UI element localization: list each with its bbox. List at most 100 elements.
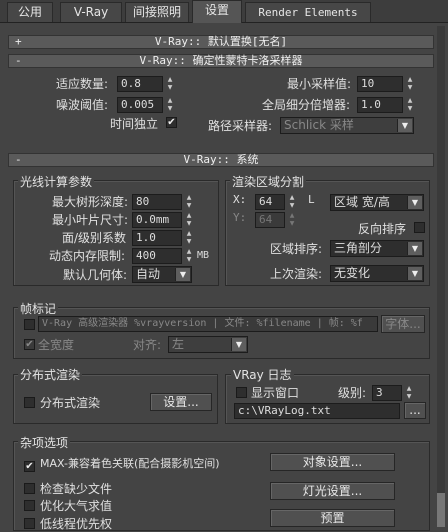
tab-common[interactable]: 公用 (7, 2, 53, 22)
global-subdivs-spinner[interactable]: ▲ ▼ (405, 97, 415, 113)
frame-stamp-title: 帧标记 (18, 300, 59, 317)
rollout-system[interactable]: - V-Ray:: 系统 (8, 153, 434, 167)
tab-render-elements[interactable]: Render Elements (245, 2, 371, 22)
face-level-coef-input[interactable]: 1.0 (132, 230, 182, 246)
vray-log-title: VRay 日志 (231, 366, 294, 383)
frame-stamp-text[interactable]: V-Ray 高级渲染器 %vrayversion | 文件: %filename… (38, 316, 378, 332)
check-missing-files-label: 检查缺少文件 (40, 482, 113, 496)
time-independent-label: 时间独立 (110, 117, 159, 131)
chevron-down-icon: ▼ (407, 267, 422, 280)
collapse-icon: - (15, 54, 22, 67)
max-compat-checkbox[interactable]: ✔ (24, 461, 35, 472)
log-browse-button[interactable]: ... (404, 402, 426, 419)
memory-unit: MB (197, 250, 210, 261)
justify-dropdown[interactable]: 左 ▼ (168, 336, 248, 353)
justify-label: 对齐: (133, 338, 162, 352)
reverse-order-label: 反向排序 (358, 222, 407, 236)
distributed-render-title: 分布式渲染 (18, 366, 83, 383)
chevron-down-icon: ▼ (407, 242, 422, 255)
rollout-title: V-Ray:: 系统 (183, 153, 259, 166)
adaptive-amount-input[interactable]: 0.8 (117, 76, 163, 92)
region-y-spinner[interactable]: ▲ ▼ (287, 212, 297, 228)
min-samples-input[interactable]: 10 (357, 76, 403, 92)
region-x-input[interactable]: 64 (255, 194, 285, 210)
light-settings-button[interactable]: 灯光设置... (270, 482, 395, 500)
expand-icon: + (15, 35, 22, 48)
full-width-checkbox[interactable]: ✔ (24, 339, 35, 350)
dynamic-memory-label: 动态内存限制: (49, 249, 126, 263)
max-tree-depth-spinner[interactable]: ▲ ▼ (184, 194, 194, 210)
lock-toggle[interactable]: L (308, 193, 315, 206)
chevron-down-icon: ▼ (397, 119, 412, 132)
region-order-label: 区域排序: (270, 242, 323, 256)
reverse-order-checkbox[interactable] (414, 222, 425, 233)
min-leaf-size-spinner[interactable]: ▲ ▼ (184, 212, 194, 228)
region-mode-value: 区域 宽/高 (334, 195, 390, 209)
tab-bar: 公用 V-Ray 间接照明 设置 Render Elements (0, 0, 448, 23)
region-mode-dropdown[interactable]: 区域 宽/高 ▼ (330, 194, 424, 211)
tab-vray[interactable]: V-Ray (60, 2, 122, 22)
path-sampler-value: Schlick 采样 (284, 118, 354, 132)
check-missing-files-checkbox[interactable] (24, 483, 35, 494)
time-independent-checkbox[interactable]: ✔ (166, 117, 177, 128)
adaptive-amount-label: 适应数量: (56, 77, 109, 91)
presets-button[interactable]: 预置 (270, 509, 395, 527)
region-y-input[interactable]: 64 (255, 212, 285, 228)
rollout-dmc-sampler[interactable]: - V-Ray:: 确定性蒙特卡洛采样器 (8, 54, 434, 68)
last-render-label: 上次渲染: (270, 267, 323, 281)
path-sampler-label: 路径采样器: (208, 119, 273, 133)
face-level-coef-spinner[interactable]: ▲ ▼ (184, 230, 194, 246)
adaptive-amount-spinner[interactable]: ▲ ▼ (165, 76, 175, 92)
frame-stamp-checkbox[interactable] (24, 319, 35, 330)
low-thread-priority-checkbox[interactable] (24, 518, 35, 529)
justify-value: 左 (172, 337, 185, 351)
show-window-checkbox[interactable] (236, 387, 247, 398)
region-x-label: X: (233, 193, 247, 206)
log-level-label: 级别: (338, 386, 367, 400)
path-sampler-dropdown[interactable]: Schlick 采样 ▼ (280, 117, 414, 134)
global-subdivs-input[interactable]: 1.0 (357, 97, 403, 113)
noise-threshold-input[interactable]: 0.005 (117, 97, 163, 113)
optimize-atmos-label: 优化大气求值 (40, 499, 113, 513)
max-tree-depth-input[interactable]: 80 (132, 194, 182, 210)
region-order-value: 三角剖分 (334, 241, 383, 255)
chevron-down-icon: ▼ (407, 196, 422, 209)
chevron-down-icon: ▼ (231, 338, 246, 351)
noise-threshold-label: 噪波阈值: (56, 98, 109, 112)
tab-settings[interactable]: 设置 (192, 0, 242, 23)
rollout-title: V-Ray:: 默认置换[无名] (154, 35, 288, 48)
font-button[interactable]: 字体... (381, 315, 425, 333)
region-y-label: Y: (233, 211, 247, 224)
rollout-default-displacement[interactable]: + V-Ray:: 默认置换[无名] (8, 35, 434, 49)
log-level-spinner[interactable]: ▲ ▼ (404, 385, 414, 401)
region-order-dropdown[interactable]: 三角剖分 ▼ (330, 240, 424, 257)
region-x-spinner[interactable]: ▲ ▼ (287, 194, 297, 210)
region-division-title: 渲染区域分割 (230, 173, 307, 190)
distributed-render-label: 分布式渲染 (40, 396, 101, 410)
low-thread-priority-label: 低线程优先权 (40, 517, 113, 531)
scrollbar-track[interactable] (437, 26, 445, 527)
log-level-input[interactable]: 3 (372, 385, 402, 401)
log-path-input[interactable]: c:\VRayLog.txt (234, 403, 400, 419)
misc-options-title: 杂项选项 (18, 434, 71, 451)
rollout-title: V-Ray:: 确定性蒙特卡洛采样器 (139, 54, 303, 67)
scrollbar-thumb[interactable] (437, 493, 445, 527)
global-subdivs-label: 全局细分倍增器: (262, 98, 351, 112)
min-leaf-size-input[interactable]: 0.0mm (132, 212, 182, 228)
collapse-icon: - (15, 153, 22, 166)
max-tree-depth-label: 最大树形深度: (52, 195, 129, 209)
optimize-atmos-checkbox[interactable] (24, 500, 35, 511)
dynamic-memory-input[interactable]: 400 (132, 248, 182, 264)
object-settings-button[interactable]: 对象设置... (270, 453, 395, 471)
default-geometry-dropdown[interactable]: 自动 ▼ (132, 266, 192, 283)
distributed-render-checkbox[interactable] (24, 397, 35, 408)
distributed-settings-button[interactable]: 设置... (150, 393, 212, 411)
default-geometry-value: 自动 (136, 267, 161, 281)
tab-indirect-illumination[interactable]: 间接照明 (125, 2, 189, 22)
chevron-down-icon: ▼ (175, 268, 190, 281)
min-samples-spinner[interactable]: ▲ ▼ (405, 76, 415, 92)
last-render-dropdown[interactable]: 无变化 ▼ (330, 265, 424, 282)
max-compat-label: MAX-兼容着色关联(配合摄影机空间) (40, 457, 220, 470)
noise-threshold-spinner[interactable]: ▲ ▼ (165, 97, 175, 113)
dynamic-memory-spinner[interactable]: ▲ ▼ (184, 248, 194, 264)
